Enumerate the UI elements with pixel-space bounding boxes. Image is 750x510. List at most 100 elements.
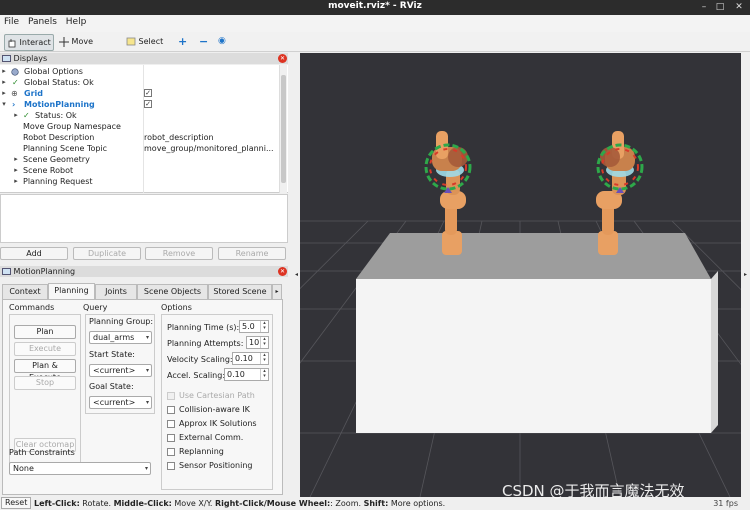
- window-titlebar: moveit.rviz* - RViz – □ ✕: [0, 0, 750, 15]
- menu-file[interactable]: File: [0, 15, 21, 27]
- tree-row-move-group-namespace[interactable]: Move Group Namespace: [0, 121, 280, 132]
- move-camera-tool-button[interactable]: Move Camera: [57, 34, 115, 61]
- add-tool-plus-icon[interactable]: +: [176, 34, 188, 51]
- approx-ik-solutions-checkbox[interactable]: [167, 420, 175, 428]
- spin-arrows-icon[interactable]: ▴ ▾: [260, 353, 268, 364]
- rename-display-button[interactable]: Rename: [218, 247, 286, 260]
- grid-enabled-checkbox[interactable]: ✓: [144, 89, 152, 97]
- spin-arrows-icon[interactable]: ▴ ▾: [260, 337, 268, 348]
- planning-time-value: 5.0: [242, 322, 255, 331]
- collapse-right-dock-icon[interactable]: ▸: [741, 53, 750, 497]
- close-displays-icon[interactable]: ✕: [278, 54, 287, 63]
- planning-attempts-label: Planning Attempts:: [167, 339, 244, 348]
- tab-context[interactable]: Context: [2, 284, 48, 299]
- goal-state-label: Goal State:: [89, 382, 134, 391]
- velocity-scaling-spinbox[interactable]: 0.10 ▴ ▾: [232, 352, 269, 365]
- interact-tool-button[interactable]: Interact: [4, 34, 54, 51]
- tree-row-grid[interactable]: ▸ ⊕ Grid ✓: [0, 88, 280, 99]
- sensor-positioning-checkbox[interactable]: [167, 462, 175, 470]
- scrollbar-thumb[interactable]: [281, 75, 286, 183]
- spin-arrows-icon[interactable]: ▴ ▾: [260, 321, 268, 332]
- collision-aware-ik-checkbox[interactable]: [167, 406, 175, 414]
- tree-value[interactable]: move_group/monitored_planni...: [144, 143, 274, 154]
- planning-group-value: dual_arms: [93, 333, 135, 342]
- stop-button[interactable]: Stop: [14, 376, 76, 390]
- tree-row-motion-planning[interactable]: ▾ › MotionPlanning ✓: [0, 99, 280, 110]
- spin-arrows-icon[interactable]: ▴ ▾: [260, 369, 268, 380]
- hint-right-click-text: : Zoom.: [330, 499, 364, 508]
- tree-scrollbar[interactable]: [279, 65, 287, 193]
- tree-label: Robot Description: [23, 133, 95, 142]
- menu-help[interactable]: Help: [62, 15, 89, 27]
- tree-row-planning-request[interactable]: ▸ Planning Request: [0, 176, 280, 187]
- left-dock: Displays ✕ ▸ Global Options ▸ ✓ Global S…: [0, 53, 298, 497]
- tree-row-scene-geometry[interactable]: ▸ Scene Geometry: [0, 154, 280, 165]
- replanning-label: Replanning: [179, 447, 224, 456]
- select-tool-button[interactable]: Select: [124, 34, 164, 51]
- path-constraints-select[interactable]: None ▾: [9, 462, 151, 475]
- remove-tool-minus-icon[interactable]: −: [197, 34, 211, 51]
- 3d-viewport[interactable]: [300, 53, 741, 497]
- path-constraints-value: None: [13, 464, 34, 473]
- menu-panels[interactable]: Panels: [24, 15, 59, 27]
- mouse-hints: Left-Click: Rotate. Middle-Click: Move X…: [34, 497, 445, 510]
- maximize-button[interactable]: □: [711, 0, 729, 15]
- duplicate-display-button[interactable]: Duplicate: [73, 247, 141, 260]
- displays-panel-header: Displays ✕: [0, 53, 288, 64]
- tab-planning[interactable]: Planning: [48, 283, 95, 299]
- external-comm-checkbox[interactable]: [167, 434, 175, 442]
- start-state-select[interactable]: <current> ▾: [89, 364, 152, 377]
- grid-icon: ⊕: [11, 89, 18, 98]
- tree-row-robot-description[interactable]: Robot Description robot_description: [0, 132, 280, 143]
- menu-bar: File Panels Help: [0, 15, 750, 32]
- hint-right-click: Right-Click/Mouse Wheel:: [214, 499, 331, 508]
- tab-stored-scene[interactable]: Stored Scene: [208, 284, 272, 299]
- table-top: [356, 233, 711, 279]
- tree-value[interactable]: robot_description: [144, 132, 214, 143]
- velocity-scaling-label: Velocity Scaling:: [167, 355, 233, 364]
- tree-label: Global Status: Ok: [24, 78, 94, 87]
- replanning-checkbox[interactable]: [167, 448, 175, 456]
- select-box-icon: [126, 37, 136, 46]
- table-side: [711, 271, 718, 433]
- tree-row-global-options[interactable]: ▸ Global Options: [0, 66, 280, 77]
- options-header: Options: [161, 303, 192, 312]
- tool-properties-eye-icon[interactable]: ◉: [216, 34, 230, 51]
- tree-row-scene-robot[interactable]: ▸ Scene Robot: [0, 165, 280, 176]
- planning-attempts-spinbox[interactable]: 10 ▴ ▾: [246, 336, 269, 349]
- hint-shift: Shift:: [363, 499, 389, 508]
- plan-button[interactable]: Plan: [14, 325, 76, 339]
- tab-scene-objects[interactable]: Scene Objects: [137, 284, 208, 299]
- planning-tab-content: Commands Plan Execute Plan & Execute Sto…: [2, 299, 283, 495]
- tab-joints[interactable]: Joints: [95, 284, 137, 299]
- accel-scaling-spinbox[interactable]: 0.10 ▴ ▾: [224, 368, 269, 381]
- motion-planning-enabled-checkbox[interactable]: ✓: [144, 100, 152, 108]
- tree-row-planning-scene-topic[interactable]: Planning Scene Topic move_group/monitore…: [0, 143, 280, 154]
- displays-title: Displays: [13, 54, 48, 63]
- globe-icon: [11, 68, 19, 76]
- add-display-button[interactable]: Add: [0, 247, 68, 260]
- select-label: Select: [138, 37, 164, 46]
- planning-time-spinbox[interactable]: 5.0 ▴ ▾: [239, 320, 269, 333]
- move-arrows-icon: [59, 36, 69, 47]
- remove-display-button[interactable]: Remove: [145, 247, 213, 260]
- reset-view-button[interactable]: Reset: [1, 497, 32, 509]
- plan-execute-button[interactable]: Plan & Execute: [14, 359, 76, 382]
- tab-scroll-right-icon[interactable]: ▸: [272, 284, 282, 299]
- planning-attempts-value: 10: [249, 338, 260, 347]
- tree-row-status-ok[interactable]: ▸ ✓ Status: Ok: [0, 110, 280, 121]
- chevron-down-icon: ▾: [145, 399, 149, 406]
- close-motion-planning-icon[interactable]: ✕: [278, 267, 287, 276]
- tree-label: MotionPlanning: [24, 100, 95, 109]
- hint-left-click: Left-Click:: [34, 499, 80, 508]
- planning-group-select[interactable]: dual_arms ▾: [89, 331, 152, 344]
- use-cartesian-path-checkbox[interactable]: [167, 392, 175, 400]
- collapse-left-dock-icon[interactable]: ◂: [293, 53, 300, 497]
- execute-button[interactable]: Execute: [14, 342, 76, 356]
- tree-row-global-status[interactable]: ▸ ✓ Global Status: Ok: [0, 77, 280, 88]
- goal-state-select[interactable]: <current> ▾: [89, 396, 152, 409]
- external-comm-label: External Comm.: [179, 433, 244, 442]
- hint-middle-click: Middle-Click:: [113, 499, 172, 508]
- close-window-button[interactable]: ✕: [730, 0, 748, 15]
- collision-aware-ik-label: Collision-aware IK: [179, 405, 250, 414]
